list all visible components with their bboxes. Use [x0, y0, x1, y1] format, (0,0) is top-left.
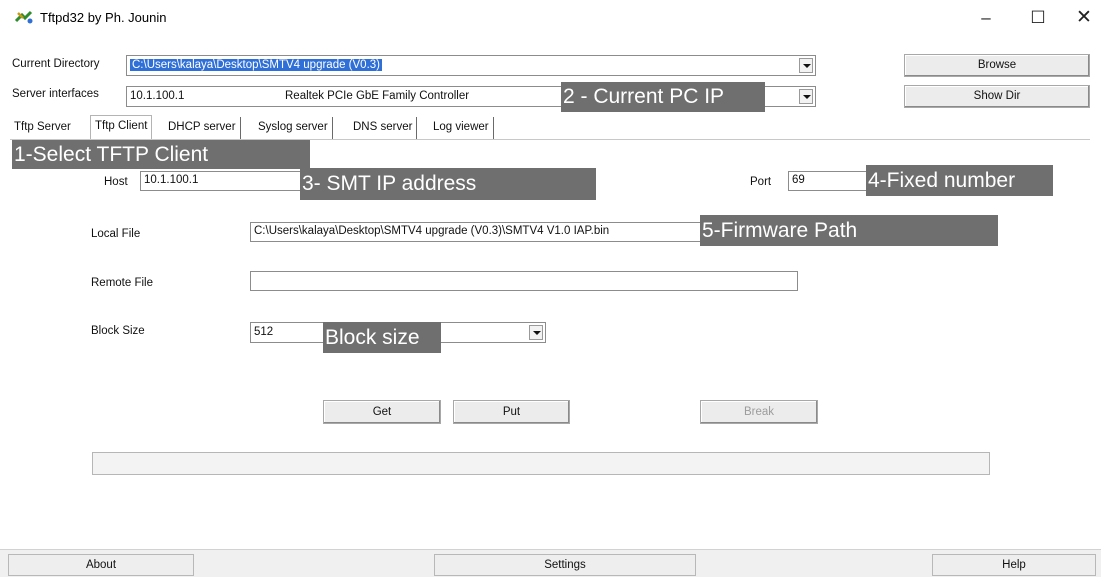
server-interface-ip: 10.1.100.1	[130, 90, 185, 102]
status-bar: About Settings Help	[0, 549, 1101, 577]
transfer-progress-bar	[92, 452, 990, 475]
break-button[interactable]: Break	[700, 400, 818, 424]
chevron-down-icon[interactable]	[799, 58, 813, 73]
callout-firmware-path: 5-Firmware Path	[700, 215, 998, 246]
callout-select-tftp-client: 1-Select TFTP Client	[12, 140, 310, 169]
server-interface-name: Realtek PCIe GbE Family Controller	[285, 90, 470, 102]
put-button[interactable]: Put	[453, 400, 570, 424]
tab-syslog-server[interactable]: Syslog server	[254, 117, 333, 139]
local-file-input[interactable]: C:\Users\kalaya\Desktop\SMTV4 upgrade (V…	[250, 222, 702, 242]
help-button[interactable]: Help	[932, 554, 1096, 576]
callout-fixed-number: 4-Fixed number	[866, 165, 1053, 196]
callout-smt-ip: 3- SMT IP address	[300, 168, 596, 200]
port-value: 69	[792, 174, 805, 186]
minimize-button[interactable]: –	[963, 3, 1009, 33]
port-input[interactable]: 69	[788, 171, 868, 191]
maximize-button[interactable]: ☐	[1015, 3, 1061, 33]
port-label: Port	[750, 176, 772, 188]
current-directory-value: C:\Users\kalaya\Desktop\SMTV4 upgrade (V…	[130, 59, 382, 71]
local-file-label: Local File	[91, 228, 141, 240]
tftpd-app-icon	[14, 10, 33, 24]
title-bar: Tftpd32 by Ph. Jounin – ☐ ✕	[0, 0, 1101, 38]
tab-dhcp-server[interactable]: DHCP server	[164, 117, 241, 139]
host-label: Host	[104, 176, 128, 188]
tab-tftp-server[interactable]: Tftp Server	[10, 117, 75, 139]
chevron-down-icon[interactable]	[529, 325, 543, 340]
tab-tftp-client[interactable]: Tftp Client	[90, 115, 153, 139]
callout-block-size: Block size	[323, 322, 441, 353]
local-file-value: C:\Users\kalaya\Desktop\SMTV4 upgrade (V…	[254, 225, 610, 237]
remote-file-label: Remote File	[91, 277, 153, 289]
host-input[interactable]: 10.1.100.1	[140, 171, 302, 191]
block-size-value: 512	[254, 326, 274, 338]
block-size-label: Block Size	[91, 325, 145, 337]
tab-dns-server[interactable]: DNS server	[349, 117, 418, 139]
current-directory-label: Current Directory	[12, 58, 100, 70]
settings-button[interactable]: Settings	[434, 554, 696, 576]
close-button[interactable]: ✕	[1061, 3, 1101, 33]
chevron-down-icon[interactable]	[799, 89, 813, 104]
show-dir-button[interactable]: Show Dir	[904, 85, 1090, 108]
get-button[interactable]: Get	[323, 400, 441, 424]
server-interfaces-label: Server interfaces	[12, 88, 99, 100]
callout-current-pc-ip: 2 - Current PC IP	[561, 82, 765, 112]
host-value: 10.1.100.1	[144, 174, 199, 186]
browse-button[interactable]: Browse	[904, 54, 1090, 77]
window-title: Tftpd32 by Ph. Jounin	[40, 10, 167, 25]
tab-log-viewer[interactable]: Log viewer	[429, 117, 494, 139]
current-directory-combo[interactable]: C:\Users\kalaya\Desktop\SMTV4 upgrade (V…	[126, 55, 816, 76]
about-button[interactable]: About	[8, 554, 194, 576]
remote-file-input[interactable]	[250, 271, 798, 291]
